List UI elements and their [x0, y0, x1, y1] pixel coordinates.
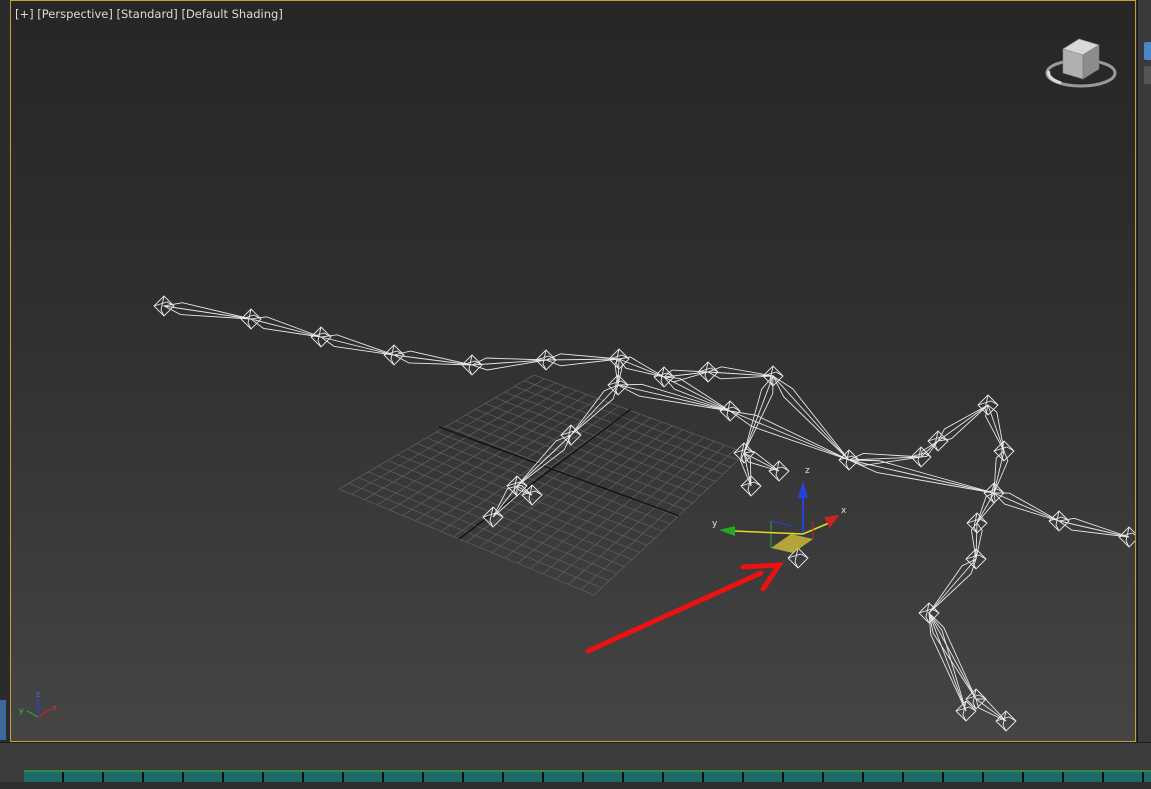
- perspective-viewport[interactable]: [+] [Perspective] [Standard] [Default Sh…: [10, 0, 1136, 742]
- gizmo-y-label: y: [712, 519, 718, 529]
- biped-bones[interactable]: [153, 295, 1136, 732]
- command-panel-tab[interactable]: [1144, 42, 1151, 60]
- left-panel-tab[interactable]: [0, 700, 6, 740]
- command-panel-tab-secondary[interactable]: [1144, 66, 1151, 84]
- red-arrow-icon: [585, 562, 784, 654]
- left-gutter: [0, 0, 10, 742]
- gizmo-x-label: x: [841, 506, 847, 516]
- gizmo-z-label: z: [805, 466, 810, 476]
- viewcube-icon[interactable]: [1045, 38, 1117, 88]
- tripod-z-label: z: [36, 690, 40, 699]
- home-grid: [338, 374, 747, 596]
- axis-tripod-icon: z y x: [19, 690, 57, 718]
- tripod-x-label: x: [52, 703, 57, 712]
- move-gizmo-icon[interactable]: y z x: [712, 466, 847, 553]
- track-bar[interactable]: [24, 770, 1151, 782]
- timeline[interactable]: [0, 742, 1151, 789]
- scene: y z x z y x: [19, 38, 1136, 732]
- command-panel-edge: [1137, 0, 1151, 742]
- tripod-y-label: y: [19, 706, 24, 715]
